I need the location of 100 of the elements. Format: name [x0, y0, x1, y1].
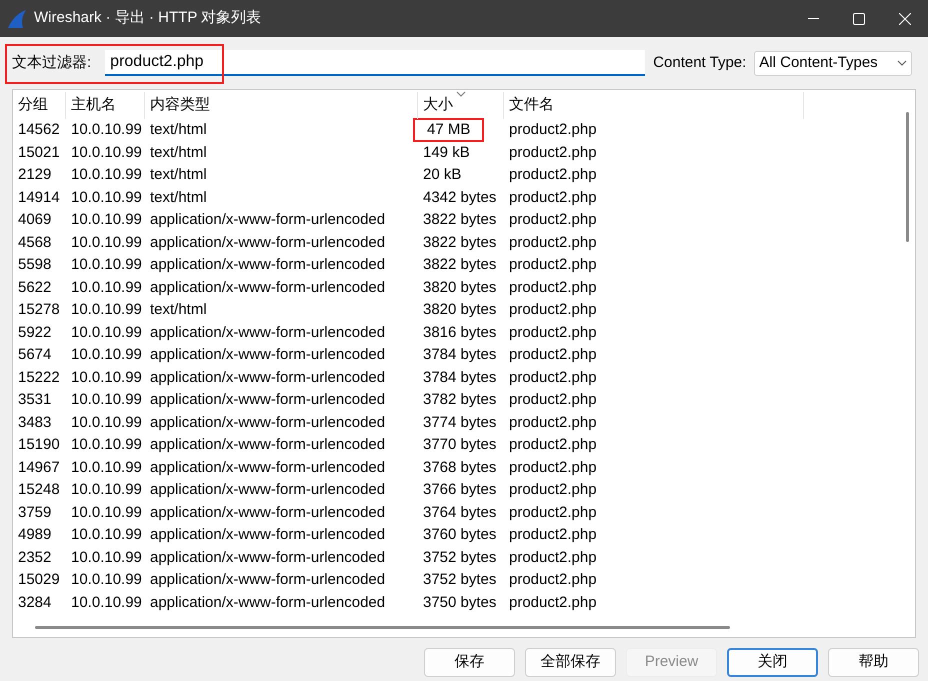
column-header[interactable]: 内容类型	[145, 92, 418, 119]
filter-field[interactable]: product2.php	[105, 50, 646, 76]
vertical-scrollbar[interactable]	[906, 112, 909, 242]
table-cell: 14967	[18, 458, 60, 476]
table-cell: 10.0.10.99	[71, 414, 142, 430]
content-type-label: Content Type:	[653, 52, 746, 73]
table-cell: 20 kB	[423, 166, 462, 183]
table-cell: application/x-www-form-urlencoded	[150, 594, 386, 610]
table-cell: 10.0.10.99	[71, 234, 142, 250]
table-cell: 3822 bytes	[423, 256, 496, 273]
table-cell: 3766 bytes	[423, 481, 496, 498]
table-cell: 3483	[18, 414, 52, 430]
table-cell: 10.0.10.99	[71, 121, 142, 138]
table-cell: 3764 bytes	[423, 504, 496, 520]
table-cell: application/x-www-form-urlencoded	[150, 414, 386, 430]
table-cell: product2.php	[509, 346, 597, 363]
dialog-button[interactable]: 帮助	[828, 648, 919, 677]
table-cell: 3531	[18, 391, 52, 408]
filter-label: 文本过滤器:	[12, 52, 92, 73]
window-title: Wireshark · 导出 · HTTP 对象列表	[34, 8, 262, 28]
table-cell: application/x-www-form-urlencoded	[150, 324, 386, 340]
table-cell: 10.0.10.99	[71, 436, 142, 453]
dialog-button[interactable]: 保存	[424, 648, 515, 677]
table-cell: 5922	[18, 324, 52, 340]
shark-fin-icon	[7, 8, 27, 28]
table-cell: 10.0.10.99	[71, 458, 142, 476]
table-cell: 10.0.10.99	[71, 188, 142, 206]
table-cell: application/x-www-form-urlencoded	[150, 571, 386, 588]
table-cell: 10.0.10.99	[71, 594, 142, 610]
table-cell: product2.php	[509, 414, 597, 430]
table-cell: product2.php	[509, 458, 597, 476]
table-cell: 3822 bytes	[423, 234, 496, 250]
horizontal-scrollbar[interactable]	[35, 626, 730, 629]
table-cell: 10.0.10.99	[71, 324, 142, 340]
table-cell: 3768 bytes	[423, 458, 496, 476]
table-cell: 3284	[18, 594, 52, 610]
table-cell: 3782 bytes	[423, 391, 496, 408]
table-cell: application/x-www-form-urlencoded	[150, 481, 386, 498]
table-cell: product2.php	[509, 278, 597, 296]
table-cell: 10.0.10.99	[71, 301, 142, 318]
table-cell: 10.0.10.99	[71, 368, 142, 386]
table-cell: application/x-www-form-urlencoded	[150, 256, 386, 273]
table-cell: 5598	[18, 256, 52, 273]
column-header[interactable]: 文件名	[504, 92, 804, 119]
chevron-down-icon	[897, 60, 908, 66]
table-cell: 4989	[18, 526, 52, 543]
table-cell: application/x-www-form-urlencoded	[150, 368, 386, 386]
table-cell: 15278	[18, 301, 60, 318]
table-cell: 15222	[18, 368, 60, 386]
table-cell: 10.0.10.99	[71, 391, 142, 408]
table-cell: 10.0.10.99	[71, 144, 142, 160]
table-cell: 3784 bytes	[423, 346, 496, 363]
table-cell: product2.php	[509, 391, 597, 408]
table-cell: 15021	[18, 144, 60, 160]
table-cell: application/x-www-form-urlencoded	[150, 436, 386, 453]
column-header[interactable]: 主机名	[66, 92, 145, 119]
table-cell: 5674	[18, 346, 52, 363]
table-cell: 10.0.10.99	[71, 346, 142, 363]
table-cell: application/x-www-form-urlencoded	[150, 548, 386, 566]
table-cell: 10.0.10.99	[71, 548, 142, 566]
table-cell: 2352	[18, 548, 52, 566]
table-cell: application/x-www-form-urlencoded	[150, 458, 386, 476]
table-cell: 3750 bytes	[423, 594, 496, 610]
table-cell: 15248	[18, 481, 60, 498]
table-cell: product2.php	[509, 504, 597, 520]
table-cell: product2.php	[509, 481, 597, 498]
table-cell: 15190	[18, 436, 60, 453]
table-cell: 10.0.10.99	[71, 278, 142, 296]
table-cell: application/x-www-form-urlencoded	[150, 391, 386, 408]
table-cell: 10.0.10.99	[71, 211, 142, 228]
table-cell: product2.php	[509, 548, 597, 566]
column-header[interactable]: 分组	[13, 92, 66, 119]
table-cell: 10.0.10.99	[71, 166, 142, 183]
table-cell: 2129	[18, 166, 52, 183]
table-cell: product2.php	[509, 571, 597, 588]
dialog-button[interactable]: 关闭	[727, 648, 818, 677]
maximize-icon	[853, 12, 865, 24]
table-cell: 3822 bytes	[423, 211, 496, 228]
table-cell: 3774 bytes	[423, 414, 496, 430]
content-type-dropdown[interactable]: All Content-Types	[754, 50, 912, 76]
table-cell: product2.php	[509, 301, 597, 318]
table-cell: 3820 bytes	[423, 301, 496, 318]
table-cell: 5622	[18, 278, 52, 296]
table-cell: product2.php	[509, 324, 597, 340]
table-cell: product2.php	[509, 256, 597, 273]
table-cell: 3784 bytes	[423, 368, 496, 386]
table-cell: application/x-www-form-urlencoded	[150, 346, 386, 363]
table-cell: 3752 bytes	[423, 571, 496, 588]
dialog-button[interactable]: 全部保存	[525, 648, 616, 677]
table-cell: application/x-www-form-urlencoded	[150, 526, 386, 543]
table-cell: 10.0.10.99	[71, 571, 142, 588]
table-cell: text/html	[150, 188, 207, 206]
table-cell: 47 MB	[413, 118, 484, 142]
table-cell: product2.php	[509, 594, 597, 610]
column-header[interactable]: 大小	[418, 92, 504, 119]
table-cell: application/x-www-form-urlencoded	[150, 278, 386, 296]
table-cell: product2.php	[509, 188, 597, 206]
table-cell: 15029	[18, 571, 60, 588]
table-cell: text/html	[150, 121, 207, 138]
table-cell: 10.0.10.99	[71, 481, 142, 498]
